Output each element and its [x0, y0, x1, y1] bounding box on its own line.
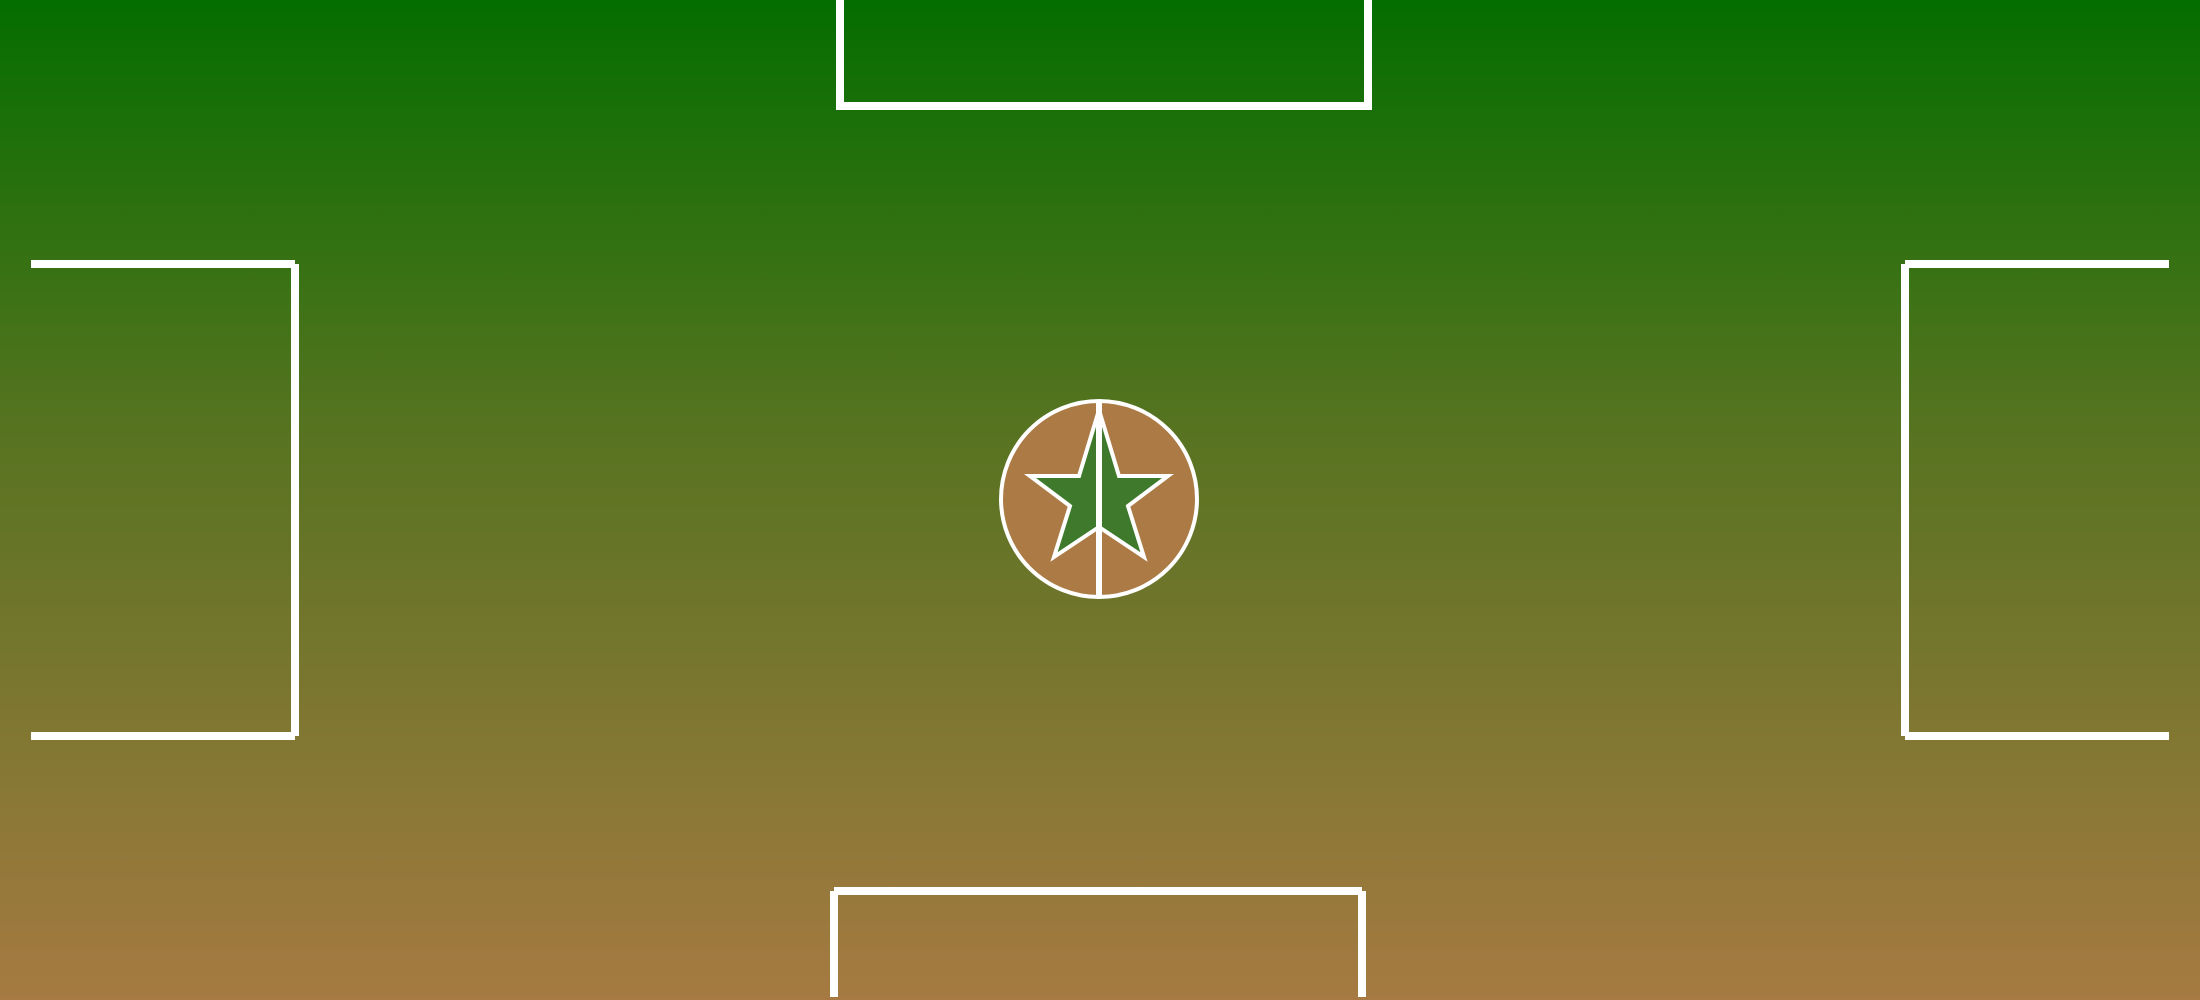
game-field [0, 0, 2200, 1000]
